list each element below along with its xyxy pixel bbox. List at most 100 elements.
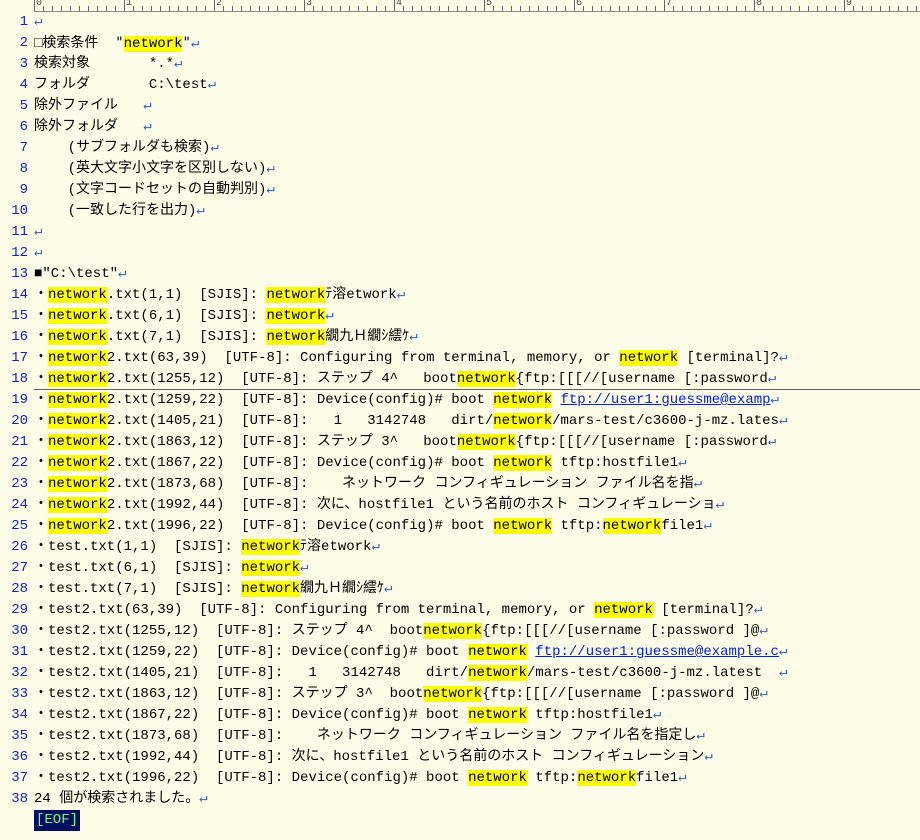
- text-line[interactable]: ↵: [34, 243, 920, 264]
- match-highlight: network: [594, 602, 653, 618]
- text-line[interactable]: ・network2.txt(1996,22) [UTF-8]: Device(c…: [34, 516, 920, 537]
- text-line[interactable]: 検索対象 *.*↵: [34, 54, 920, 75]
- newline-mark: ↵: [397, 287, 405, 303]
- match-highlight: network: [423, 623, 482, 639]
- newline-mark: ↵: [143, 119, 151, 135]
- text-line[interactable]: 除外ファイル ↵: [34, 96, 920, 117]
- text-line[interactable]: ↵: [34, 222, 920, 243]
- text-line[interactable]: ■"C:\test"↵: [34, 264, 920, 285]
- text-line[interactable]: ・network.txt(1,1) [SJIS]: networkﾃ溶etwor…: [34, 285, 920, 306]
- match-highlight: network: [241, 560, 300, 576]
- newline-mark: ↵: [759, 623, 767, 639]
- newline-mark: ↵: [409, 329, 417, 345]
- line-number: 29: [0, 600, 28, 621]
- text-line[interactable]: ・test2.txt(1992,44) [UTF-8]: 次に、hostfile…: [34, 747, 920, 768]
- text-line[interactable]: ・test.txt(6,1) [SJIS]: network↵: [34, 558, 920, 579]
- text-line[interactable]: (一致した行を出力)↵: [34, 201, 920, 222]
- line-number-gutter: 1234567891011121314151617181920212223242…: [0, 12, 34, 831]
- text-line[interactable]: [EOF]: [34, 810, 920, 831]
- text-line[interactable]: ・network2.txt(1863,12) [UTF-8]: ステップ 3^ …: [34, 432, 920, 453]
- editor-area[interactable]: 1234567891011121314151617181920212223242…: [0, 12, 920, 831]
- newline-mark: ↵: [34, 224, 42, 240]
- match-highlight: network: [266, 287, 325, 303]
- text-line[interactable]: (文字コードセットの自動判別)↵: [34, 180, 920, 201]
- newline-mark: ↵: [678, 770, 686, 786]
- match-highlight: network: [241, 539, 300, 555]
- line-number: 26: [0, 537, 28, 558]
- match-highlight: network: [48, 308, 107, 324]
- text-line[interactable]: ・test.txt(1,1) [SJIS]: networkﾃ溶etwork↵: [34, 537, 920, 558]
- match-highlight: network: [493, 413, 552, 429]
- match-highlight: network: [468, 770, 527, 786]
- line-number: 27: [0, 558, 28, 579]
- text-content[interactable]: ↵□検索条件 "network"↵検索対象 *.*↵フォルダ C:\test↵除…: [34, 12, 920, 831]
- line-number: 23: [0, 474, 28, 495]
- text-line[interactable]: 24 個が検索されました。↵: [34, 789, 920, 810]
- text-line[interactable]: ・test2.txt(1405,21) [UTF-8]: 1 3142748 d…: [34, 663, 920, 684]
- eof-marker: [EOF]: [34, 810, 80, 831]
- text-line[interactable]: ・network.txt(6,1) [SJIS]: network↵: [34, 306, 920, 327]
- line-number: 28: [0, 579, 28, 600]
- text-line[interactable]: ・test2.txt(1259,22) [UTF-8]: Device(conf…: [34, 642, 920, 663]
- newline-mark: ↵: [208, 77, 216, 93]
- newline-mark: ↵: [196, 203, 204, 219]
- match-highlight: network: [577, 770, 636, 786]
- text-line[interactable]: ・test2.txt(1873,68) [UTF-8]: ネットワーク コンフィ…: [34, 726, 920, 747]
- match-highlight: network: [48, 497, 107, 513]
- text-line[interactable]: ・test2.txt(1863,12) [UTF-8]: ステップ 3^ boo…: [34, 684, 920, 705]
- match-highlight: network: [619, 350, 678, 366]
- text-line[interactable]: 除外フォルダ ↵: [34, 117, 920, 138]
- text-line[interactable]: ・network2.txt(1255,12) [UTF-8]: ステップ 4^ …: [34, 369, 920, 390]
- line-number: 25: [0, 516, 28, 537]
- text-line[interactable]: (サブフォルダも検索)↵: [34, 138, 920, 159]
- line-number: 30: [0, 621, 28, 642]
- newline-mark: ↵: [384, 581, 392, 597]
- line-number: 6: [0, 117, 28, 138]
- line-number: [0, 810, 28, 831]
- text-line[interactable]: □検索条件 "network"↵: [34, 33, 920, 54]
- text-line[interactable]: (英大文字小文字を区別しない)↵: [34, 159, 920, 180]
- text-line[interactable]: ・test2.txt(1867,22) [UTF-8]: Device(conf…: [34, 705, 920, 726]
- line-number: 3: [0, 54, 28, 75]
- match-highlight: network: [468, 665, 527, 681]
- newline-mark: ↵: [371, 539, 379, 555]
- url-link[interactable]: ftp://user1:guessme@example.c: [535, 644, 779, 660]
- line-number: 20: [0, 411, 28, 432]
- text-line[interactable]: ・test2.txt(63,39) [UTF-8]: Configuring f…: [34, 600, 920, 621]
- line-number: 36: [0, 747, 28, 768]
- newline-mark: ↵: [34, 245, 42, 261]
- match-highlight: network: [423, 686, 482, 702]
- match-highlight: network: [48, 455, 107, 471]
- text-line[interactable]: ・network2.txt(1873,68) [UTF-8]: ネットワーク コ…: [34, 474, 920, 495]
- text-line[interactable]: ・network2.txt(1867,22) [UTF-8]: Device(c…: [34, 453, 920, 474]
- url-link[interactable]: ftp://user1:guessme@examp: [561, 392, 771, 408]
- match-highlight: network: [48, 350, 107, 366]
- line-number: 17: [0, 348, 28, 369]
- text-line[interactable]: ・test.txt(7,1) [SJIS]: network繝九Ｈ繝ｼ繧ｹ↵: [34, 579, 920, 600]
- text-line[interactable]: フォルダ C:\test↵: [34, 75, 920, 96]
- text-line[interactable]: ・network2.txt(63,39) [UTF-8]: Configurin…: [34, 348, 920, 369]
- match-highlight: network: [48, 287, 107, 303]
- newline-mark: ↵: [199, 791, 207, 807]
- newline-mark: ↵: [771, 392, 779, 408]
- newline-mark: ↵: [325, 308, 333, 324]
- text-line[interactable]: ・test2.txt(1255,12) [UTF-8]: ステップ 4^ boo…: [34, 621, 920, 642]
- newline-mark: ↵: [779, 350, 787, 366]
- match-highlight: network: [468, 644, 527, 660]
- line-number: 38: [0, 789, 28, 810]
- match-highlight: network: [493, 518, 552, 534]
- newline-mark: ↵: [768, 434, 776, 450]
- newline-mark: ↵: [653, 707, 661, 723]
- text-line[interactable]: ・network2.txt(1992,44) [UTF-8]: 次に、hostf…: [34, 495, 920, 516]
- match-highlight: network: [48, 392, 107, 408]
- line-number: 12: [0, 243, 28, 264]
- text-line[interactable]: ・network2.txt(1405,21) [UTF-8]: 1 314274…: [34, 411, 920, 432]
- text-line[interactable]: ↵: [34, 12, 920, 33]
- text-line[interactable]: ・network2.txt(1259,22) [UTF-8]: Device(c…: [34, 390, 920, 411]
- match-highlight: network: [468, 707, 527, 723]
- match-highlight: network: [48, 413, 107, 429]
- text-line[interactable]: ・test2.txt(1996,22) [UTF-8]: Device(conf…: [34, 768, 920, 789]
- text-line[interactable]: ・network.txt(7,1) [SJIS]: network繝九Ｈ繝ｼ繧ｹ…: [34, 327, 920, 348]
- match-highlight: network: [457, 434, 516, 450]
- line-number: 21: [0, 432, 28, 453]
